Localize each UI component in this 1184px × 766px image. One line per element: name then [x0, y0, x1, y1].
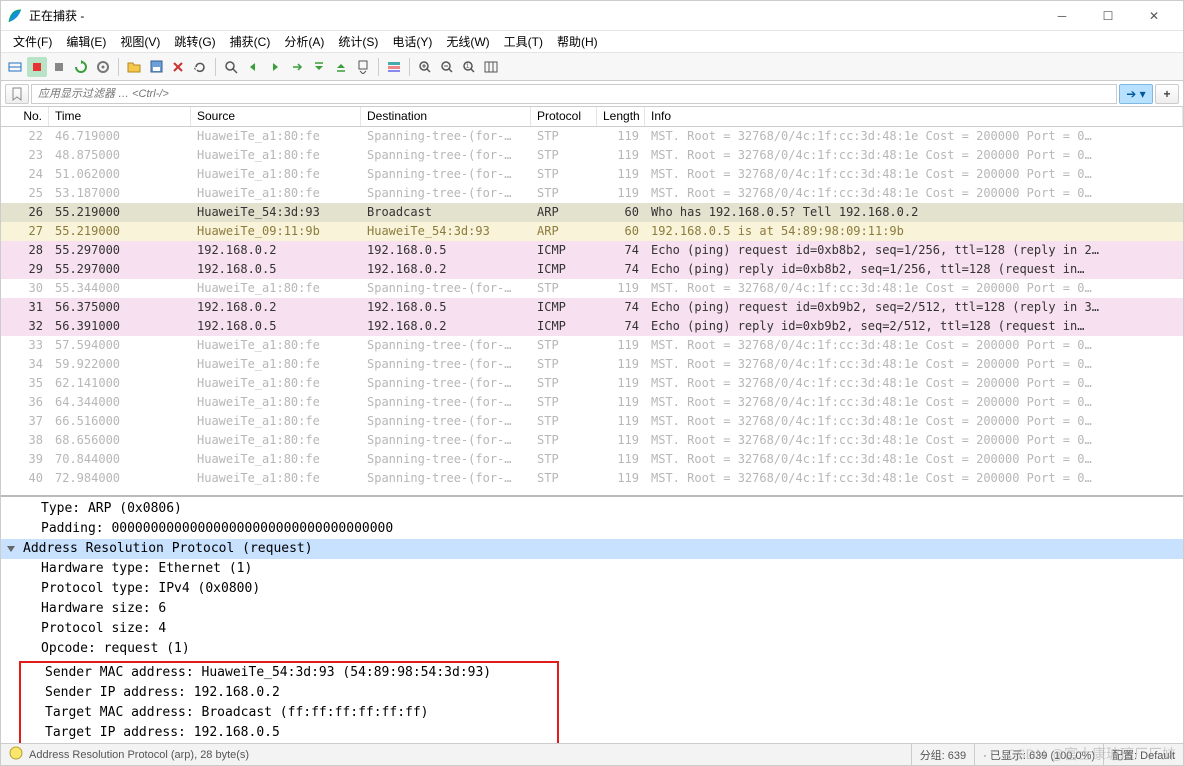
stop-capture-icon[interactable] — [49, 57, 69, 77]
packet-row[interactable]: 3156.375000192.168.0.2192.168.0.5ICMP74E… — [1, 298, 1183, 317]
packet-list-pane: No. Time Source Destination Protocol Len… — [1, 107, 1183, 497]
go-forward-icon[interactable] — [265, 57, 285, 77]
detail-line[interactable]: Padding: 0000000000000000000000000000000… — [1, 519, 1183, 539]
detail-line[interactable]: Opcode: request (1) — [1, 639, 1183, 659]
reload-icon[interactable] — [190, 57, 210, 77]
status-displayed: · 已显示: 639 (100.0%) — [983, 747, 1095, 763]
auto-scroll-icon[interactable] — [353, 57, 373, 77]
menu-item[interactable]: 电话(Y) — [386, 31, 438, 52]
find-icon[interactable] — [221, 57, 241, 77]
minimize-button[interactable]: ─ — [1039, 1, 1085, 31]
packet-row[interactable]: 3459.922000HuaweiTe_a1:80:feSpanning-tre… — [1, 355, 1183, 374]
packet-row[interactable]: 4072.984000HuaweiTe_a1:80:feSpanning-tre… — [1, 469, 1183, 488]
toolbar-separator — [378, 58, 379, 76]
detail-line[interactable]: Protocol size: 4 — [1, 619, 1183, 639]
menu-item[interactable]: 帮助(H) — [551, 31, 604, 52]
statusbar: Address Resolution Protocol (arp), 28 by… — [1, 743, 1183, 765]
col-header-src[interactable]: Source — [191, 107, 361, 126]
toolbar: 1 — [1, 53, 1183, 81]
filter-bar: ➔ ▾ + — [1, 81, 1183, 107]
last-packet-icon[interactable] — [331, 57, 351, 77]
packet-list-body[interactable]: 2246.719000HuaweiTe_a1:80:feSpanning-tre… — [1, 127, 1183, 497]
display-filter-input[interactable] — [31, 84, 1117, 104]
resize-columns-icon[interactable] — [481, 57, 501, 77]
toolbar-separator — [118, 58, 119, 76]
close-button[interactable]: ✕ — [1131, 1, 1177, 31]
titlebar: 正在捕获 - ─ ☐ ✕ — [1, 1, 1183, 31]
first-packet-icon[interactable] — [309, 57, 329, 77]
status-left: Address Resolution Protocol (arp), 28 by… — [29, 749, 249, 761]
packet-row[interactable]: 3256.391000192.168.0.5192.168.0.2ICMP74E… — [1, 317, 1183, 336]
packet-row[interactable]: 2655.219000HuaweiTe_54:3d:93BroadcastARP… — [1, 203, 1183, 222]
detail-line[interactable]: Sender IP address: 192.168.0.2 — [23, 683, 555, 703]
packet-row[interactable]: 3868.656000HuaweiTe_a1:80:feSpanning-tre… — [1, 431, 1183, 450]
menu-item[interactable]: 文件(F) — [7, 31, 58, 52]
detail-line[interactable]: Sender MAC address: HuaweiTe_54:3d:93 (5… — [23, 663, 555, 683]
save-file-icon[interactable] — [146, 57, 166, 77]
apply-filter-button[interactable]: ➔ ▾ — [1119, 84, 1153, 104]
interfaces-icon[interactable] — [5, 57, 25, 77]
menu-item[interactable]: 统计(S) — [332, 31, 384, 52]
packet-row[interactable]: 2553.187000HuaweiTe_a1:80:feSpanning-tre… — [1, 184, 1183, 203]
expert-info-icon[interactable] — [9, 746, 23, 763]
detail-line[interactable]: Target MAC address: Broadcast (ff:ff:ff:… — [23, 703, 555, 723]
toolbar-separator — [409, 58, 410, 76]
detail-line[interactable]: Type: ARP (0x0806) — [1, 499, 1183, 519]
packet-row[interactable]: 2246.719000HuaweiTe_a1:80:feSpanning-tre… — [1, 127, 1183, 146]
packet-details-pane[interactable]: Type: ARP (0x0806)Padding: 0000000000000… — [1, 497, 1183, 743]
go-to-packet-icon[interactable] — [287, 57, 307, 77]
col-header-time[interactable]: Time — [49, 107, 191, 126]
detail-line[interactable]: Target IP address: 192.168.0.5 — [23, 723, 555, 743]
bookmark-filter-icon[interactable] — [5, 84, 29, 104]
packet-row[interactable]: 2955.297000192.168.0.5192.168.0.2ICMP74E… — [1, 260, 1183, 279]
add-filter-button[interactable]: + — [1155, 84, 1179, 104]
zoom-reset-icon[interactable]: 1 — [459, 57, 479, 77]
detail-line[interactable]: Hardware size: 6 — [1, 599, 1183, 619]
close-file-icon[interactable] — [168, 57, 188, 77]
packet-row[interactable]: 2451.062000HuaweiTe_a1:80:feSpanning-tre… — [1, 165, 1183, 184]
menu-item[interactable]: 工具(T) — [498, 31, 549, 52]
open-file-icon[interactable] — [124, 57, 144, 77]
colorize-icon[interactable] — [384, 57, 404, 77]
restart-capture-icon[interactable] — [71, 57, 91, 77]
packet-row[interactable]: 3562.141000HuaweiTe_a1:80:feSpanning-tre… — [1, 374, 1183, 393]
packet-row[interactable]: 3055.344000HuaweiTe_a1:80:feSpanning-tre… — [1, 279, 1183, 298]
packet-row[interactable]: 2755.219000HuaweiTe_09:11:9bHuaweiTe_54:… — [1, 222, 1183, 241]
zoom-out-icon[interactable] — [437, 57, 457, 77]
capture-options-icon[interactable] — [93, 57, 113, 77]
app-icon — [7, 8, 23, 24]
packet-list-header[interactable]: No. Time Source Destination Protocol Len… — [1, 107, 1183, 127]
status-profile[interactable]: 配置: Default — [1112, 747, 1175, 763]
packet-row[interactable]: 3357.594000HuaweiTe_a1:80:feSpanning-tre… — [1, 336, 1183, 355]
packet-row[interactable]: 3766.516000HuaweiTe_a1:80:feSpanning-tre… — [1, 412, 1183, 431]
detail-line[interactable]: Protocol type: IPv4 (0x0800) — [1, 579, 1183, 599]
menu-item[interactable]: 分析(A) — [278, 31, 330, 52]
go-back-icon[interactable] — [243, 57, 263, 77]
menu-item[interactable]: 编辑(E) — [60, 31, 112, 52]
menu-item[interactable]: 无线(W) — [440, 31, 495, 52]
highlighted-detail-box: Sender MAC address: HuaweiTe_54:3d:93 (5… — [19, 661, 559, 743]
col-header-dst[interactable]: Destination — [361, 107, 531, 126]
col-header-info[interactable]: Info — [645, 107, 1183, 126]
packet-row[interactable]: 3664.344000HuaweiTe_a1:80:feSpanning-tre… — [1, 393, 1183, 412]
detail-line[interactable]: Hardware type: Ethernet (1) — [1, 559, 1183, 579]
col-header-len[interactable]: Length — [597, 107, 645, 126]
menu-item[interactable]: 捕获(C) — [224, 31, 277, 52]
detail-expand-header[interactable]: Address Resolution Protocol (request) — [1, 539, 1183, 559]
packet-row[interactable]: 2855.297000192.168.0.2192.168.0.5ICMP74E… — [1, 241, 1183, 260]
start-capture-icon[interactable] — [27, 57, 47, 77]
toolbar-separator — [215, 58, 216, 76]
menu-item[interactable]: 视图(V) — [114, 31, 166, 52]
col-header-no[interactable]: No. — [1, 107, 49, 126]
maximize-button[interactable]: ☐ — [1085, 1, 1131, 31]
window-title: 正在捕获 - — [29, 7, 1039, 24]
col-header-proto[interactable]: Protocol — [531, 107, 597, 126]
status-packets: 分组: 639 — [920, 747, 966, 763]
menu-item[interactable]: 跳转(G) — [168, 31, 221, 52]
packet-row[interactable]: 2348.875000HuaweiTe_a1:80:feSpanning-tre… — [1, 146, 1183, 165]
packet-row[interactable]: 3970.844000HuaweiTe_a1:80:feSpanning-tre… — [1, 450, 1183, 469]
zoom-in-icon[interactable] — [415, 57, 435, 77]
menubar: 文件(F)编辑(E)视图(V)跳转(G)捕获(C)分析(A)统计(S)电话(Y)… — [1, 31, 1183, 53]
